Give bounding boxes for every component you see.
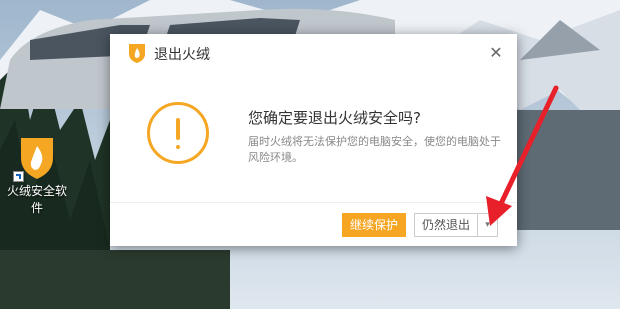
- huorong-logo-icon: [13, 134, 59, 182]
- exit-anyway-button[interactable]: 仍然退出: [414, 213, 478, 237]
- warning-icon: [147, 102, 209, 164]
- chevron-down-icon[interactable]: ▾: [478, 213, 498, 237]
- confirm-heading: 您确定要退出火绒安全吗?: [248, 109, 421, 127]
- exit-dialog: 退出火绒 ✕ 您确定要退出火绒安全吗? 届时火绒将无法保护您的电脑安全，使您的电…: [110, 34, 517, 246]
- shortcut-arrow-icon: [13, 171, 24, 182]
- close-icon[interactable]: ✕: [485, 42, 507, 64]
- desktop-icon-label: 火绒安全软件: [6, 184, 67, 215]
- huorong-logo-icon: [129, 44, 145, 63]
- dialog-title: 退出火绒: [154, 47, 210, 63]
- desktop-shortcut-huorong[interactable]: 火绒安全软件: [2, 130, 72, 216]
- confirm-description: 届时火绒将无法保护您的电脑安全，使您的电脑处于风险环境。: [248, 135, 501, 164]
- continue-protection-button[interactable]: 继续保护: [342, 213, 406, 237]
- dialog-footer: 继续保护 仍然退出 ▾: [110, 202, 517, 247]
- dialog-titlebar[interactable]: 退出火绒 ✕: [110, 34, 517, 72]
